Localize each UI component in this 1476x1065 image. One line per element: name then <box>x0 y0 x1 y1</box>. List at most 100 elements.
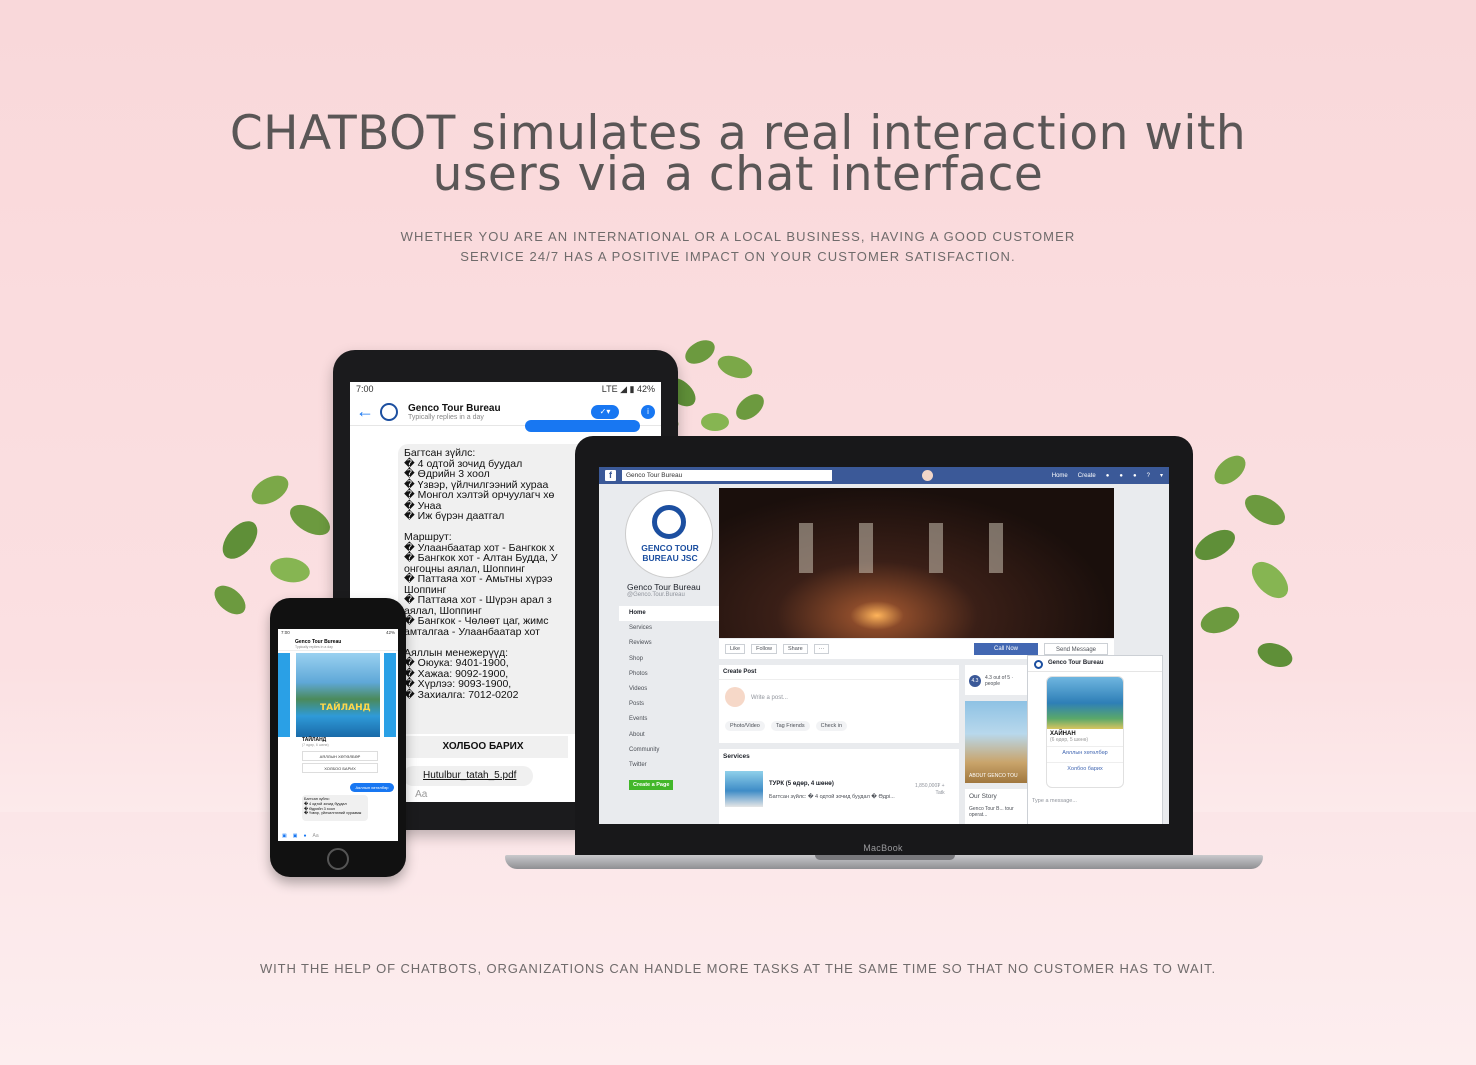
profile-avatar[interactable] <box>922 470 933 481</box>
follow-button[interactable]: Follow <box>751 644 777 654</box>
notifications-icon[interactable]: ● <box>1133 473 1137 479</box>
card-image[interactable] <box>1047 677 1123 729</box>
service-thumbnail[interactable] <box>725 771 763 807</box>
service-description: Багтсан зүйлс: � 4 одтой зочид буудал � … <box>769 794 895 800</box>
about-label: ABOUT GENCO TOU <box>969 773 1018 779</box>
menu-item-twitter[interactable]: Twitter <box>619 758 719 773</box>
home-button[interactable] <box>327 848 349 870</box>
more-button[interactable]: ··· <box>813 644 830 654</box>
create-page-button[interactable]: Create a Page <box>629 780 674 791</box>
phone-status-bar: 7:00 42% <box>278 629 398 637</box>
messenger-popup-input[interactable]: Type a message... <box>1032 798 1077 804</box>
our-story-snippet: Genco Tour B... tour operat... <box>969 806 1014 818</box>
facebook-logo-icon[interactable]: f <box>605 470 616 481</box>
avatar <box>725 687 745 707</box>
info-icon[interactable]: i <box>641 404 655 419</box>
pdf-attachment[interactable]: Hutulbur_tatah_5.pdf <box>403 766 533 786</box>
tablet-status-bar: 7:00 LTE ◢ ▮ 42% <box>350 382 661 398</box>
cover-panel <box>799 523 813 573</box>
phone-user-reply: Аяллын хөтөлбөр <box>350 783 394 792</box>
check-dropdown-icon[interactable]: ✓▾ <box>591 404 619 419</box>
phone-contact-button[interactable]: ХОЛБОО БАРИХ <box>302 763 378 773</box>
tablet-page-status: Typically replies in a day <box>408 413 484 421</box>
friends-icon[interactable]: ● <box>1106 473 1110 479</box>
page-avatar <box>1034 660 1043 669</box>
carousel-next-card[interactable] <box>384 653 396 737</box>
messenger-icon[interactable]: ● <box>1119 473 1123 479</box>
rating-text: 4.3 out of 5 · people <box>985 675 1013 687</box>
genco-logo-icon <box>652 505 686 539</box>
call-now-button[interactable]: Call Now <box>974 643 1038 655</box>
our-story-title: Our Story <box>969 793 997 800</box>
nav-create[interactable]: Create <box>1078 473 1096 479</box>
menu-item-events[interactable]: Events <box>619 712 719 727</box>
messenger-popup: Genco Tour Bureau ХАЙНАН (6 өдөр, 5 шөнө… <box>1027 655 1163 824</box>
menu-item-services[interactable]: Services <box>619 621 719 636</box>
phone-messenger-screen: 7:00 42% Genco Tour Bureau Typically rep… <box>278 629 398 841</box>
tablet-time: 7:00 <box>356 384 374 394</box>
services-title: Services <box>723 753 750 760</box>
help-icon[interactable]: ? <box>1147 473 1150 479</box>
image-icon[interactable]: ▣ <box>293 833 298 839</box>
photo-video-button[interactable]: Photo/Video <box>725 721 765 731</box>
microphone-icon[interactable]: ● <box>303 833 306 839</box>
subtitle-line-2: SERVICE 24/7 HAS A POSITIVE IMPACT ON YO… <box>460 249 1016 264</box>
menu-item-about[interactable]: About <box>619 728 719 743</box>
phone-itinerary-button[interactable]: АЯЛЛЫН ХӨТӨЛБӨР <box>302 751 378 761</box>
contact-button[interactable]: ХОЛБОО БАРИХ <box>398 736 568 758</box>
page-handle: @Genco.Tour.Bureau <box>627 592 685 598</box>
phone-carousel-card[interactable]: ТАЙЛАНД <box>296 653 380 737</box>
card-overlay-text: ТАЙЛАНД <box>320 703 371 713</box>
page-sidebar: GENCO TOUR BUREAU JSC Genco Tour Bureau … <box>619 490 719 810</box>
menu-item-photos[interactable]: Photos <box>619 667 719 682</box>
phone-battery: 42% <box>385 630 395 635</box>
service-price-note: Tatk <box>935 790 945 796</box>
tag-friends-button[interactable]: Tag Friends <box>770 721 810 731</box>
laptop-base <box>505 855 1263 869</box>
carousel-prev-card[interactable] <box>278 653 290 737</box>
facebook-search-input[interactable]: Genco Tour Bureau <box>622 470 832 481</box>
like-button[interactable]: Like <box>725 644 746 654</box>
back-arrow-icon[interactable]: ← <box>356 401 380 422</box>
marketing-banner: CHATBOT simulates a real interaction wit… <box>0 0 1476 1065</box>
contact-button[interactable]: Холбоо барих <box>1047 762 1123 775</box>
share-button[interactable]: Share <box>783 644 808 654</box>
subtitle-line-1: WHETHER YOU ARE AN INTERNATIONAL OR A LO… <box>400 229 1076 244</box>
phone-page-status: Typically replies in a day <box>295 644 333 649</box>
chevron-down-icon[interactable]: ▾ <box>1160 472 1163 479</box>
our-story-box: Our Story Genco Tour B... tour operat... <box>965 789 1027 824</box>
tablet-message-input[interactable]: Aa <box>415 789 427 800</box>
service-price-value: 1,850,000₮ + <box>915 783 945 789</box>
menu-item-shop[interactable]: Shop <box>619 652 719 667</box>
tablet-page-name: Genco Tour Bureau <box>408 402 501 414</box>
menu-item-posts[interactable]: Posts <box>619 697 719 712</box>
rating-text-line-2: people <box>985 681 1001 687</box>
nav-home[interactable]: Home <box>1052 473 1068 479</box>
menu-item-community[interactable]: Community <box>619 743 719 758</box>
check-in-button[interactable]: Check in <box>815 721 848 731</box>
camera-icon[interactable]: ▣ <box>282 833 287 839</box>
messenger-popup-header: Genco Tour Bureau <box>1028 656 1162 672</box>
logo-text-line-1: GENCO TOUR <box>641 543 699 553</box>
send-message-button[interactable]: Send Message <box>1044 643 1108 655</box>
cover-panel <box>989 523 1003 573</box>
service-price: 1,850,000₮ + Tatk <box>915 783 945 797</box>
tablet-user-bubble <box>525 420 640 432</box>
tablet-battery: LTE ◢ ▮ 42% <box>601 384 655 394</box>
create-post-title: Create Post <box>719 665 959 680</box>
page-avatar <box>380 402 398 421</box>
about-photo[interactable]: ABOUT GENCO TOU <box>965 701 1027 783</box>
menu-item-home[interactable]: Home <box>619 606 719 622</box>
laptop-brand: MacBook <box>863 843 903 853</box>
itinerary-button[interactable]: Аяллын хөтөлбөр <box>1047 746 1123 759</box>
write-post-input[interactable]: Write a post... <box>751 695 788 701</box>
messenger-card: ХАЙНАН (6 өдөр, 5 шөнө) Аяллын хөтөлбөр … <box>1046 676 1124 788</box>
create-post-box: Create Post Write a post... Photo/Video … <box>719 665 959 743</box>
service-name[interactable]: ТУРК (5 өдөр, 4 шөнө) <box>769 781 834 787</box>
menu-item-videos[interactable]: Videos <box>619 682 719 697</box>
headline-line-2: users via a chat interface <box>432 147 1044 202</box>
rating-badge: 4.3 <box>969 675 981 687</box>
phone-message-input[interactable]: Aa <box>313 833 319 839</box>
menu-item-reviews[interactable]: Reviews <box>619 636 719 651</box>
phone-device: 7:00 42% Genco Tour Bureau Typically rep… <box>270 598 406 877</box>
